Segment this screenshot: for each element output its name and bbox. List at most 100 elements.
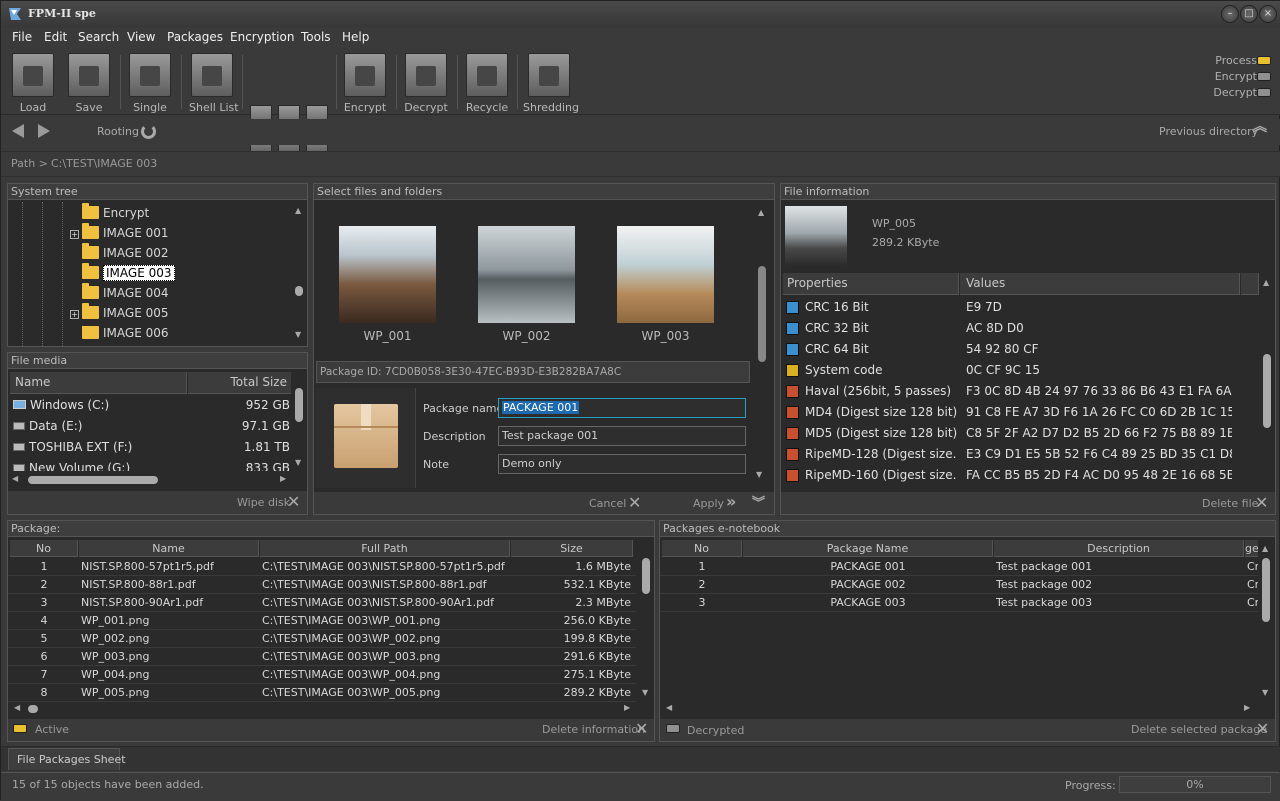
col-total-size[interactable]: Total Size <box>188 372 292 394</box>
notebook-hscrollbar[interactable]: ◀ ▶ <box>662 702 1258 716</box>
col-properties[interactable]: Properties <box>783 273 959 295</box>
shredding-button[interactable]: Shredding <box>523 53 579 114</box>
property-row[interactable]: MD4 (Digest size 128 bit) 91 C8 FE A7 3D … <box>783 403 1253 424</box>
table-row[interactable]: 3 PACKAGE 003 Test package 003 Cr <box>660 594 1259 612</box>
load-button[interactable]: Load <box>11 53 55 114</box>
scroll-thumb[interactable] <box>28 705 38 713</box>
apply-label[interactable]: Apply <box>693 497 724 510</box>
property-row[interactable]: Haval (256bit, 5 passes) F3 0C 8D 4B 24 9… <box>783 382 1253 403</box>
col-name[interactable]: Name <box>10 372 187 394</box>
table-row[interactable]: 6 WP_003.png C:\TEST\IMAGE 003\WP_003.png 2… <box>8 648 636 666</box>
cancel-icon[interactable]: ✕ <box>628 493 641 512</box>
recycle-button[interactable]: Recycle <box>465 53 509 114</box>
col-name[interactable]: Name <box>79 540 259 557</box>
note-input[interactable]: Demo only <box>498 454 746 474</box>
expand-icon[interactable]: + <box>70 230 79 239</box>
notebook-vscrollbar[interactable]: ▲ ▼ <box>1258 540 1274 700</box>
table-row[interactable]: 7 WP_004.png C:\TEST\IMAGE 003\WP_004.png 2… <box>8 666 636 684</box>
apply-icon[interactable]: » <box>726 492 736 511</box>
encrypt-button[interactable]: Encrypt <box>343 53 387 114</box>
col-no[interactable]: No <box>662 540 742 557</box>
up-directory-icon[interactable]: ︽ <box>1253 120 1267 134</box>
tab-file-packages-sheet[interactable]: File Packages Sheet <box>8 748 126 770</box>
single-button[interactable]: Single <box>128 53 172 114</box>
expand-icon[interactable]: + <box>70 310 79 319</box>
scroll-thumb[interactable] <box>1262 558 1270 622</box>
package-name-input[interactable]: PACKAGE 001 <box>498 398 746 418</box>
description-input[interactable]: Test package 001 <box>498 426 746 446</box>
menu-help[interactable]: Help <box>342 30 369 44</box>
table-row[interactable]: 8 WP_005.png C:\TEST\IMAGE 003\WP_005.png 2… <box>8 684 636 702</box>
form-scroll-down-icon[interactable]: ▼ <box>756 470 762 479</box>
property-row[interactable]: CRC 32 Bit AC 8D D0 <box>783 319 1253 340</box>
back-arrow-icon[interactable] <box>12 124 24 138</box>
table-row[interactable]: 2 PACKAGE 002 Test package 002 Cr <box>660 576 1259 594</box>
thumbnail-wp-001[interactable] <box>339 226 436 323</box>
drive-row-toshiba[interactable]: TOSHIBA EXT (F:) <box>13 440 132 454</box>
scroll-thumb[interactable] <box>295 388 303 422</box>
rooting-label[interactable]: Rooting <box>97 125 139 138</box>
save-button[interactable]: Save <box>67 53 111 114</box>
menu-search[interactable]: Search <box>78 30 119 44</box>
delete-selected-package-icon[interactable]: ✕ <box>1256 719 1269 738</box>
menu-edit[interactable]: Edit <box>44 30 67 44</box>
property-row[interactable]: CRC 64 Bit 54 92 80 CF <box>783 340 1253 361</box>
delete-file-label[interactable]: Delete file <box>1202 497 1258 510</box>
forward-arrow-icon[interactable] <box>38 124 50 138</box>
delete-selected-package-label[interactable]: Delete selected package <box>1131 723 1267 736</box>
properties-scrollbar[interactable]: ▲ <box>1259 278 1275 492</box>
table-row[interactable]: 1 PACKAGE 001 Test package 001 Cr <box>660 558 1259 576</box>
table-row[interactable]: 3 NIST.SP.800-90Ar1.pdf C:\TEST\IMAGE 003\… <box>8 594 636 612</box>
system-tree-scrollbar[interactable]: ▲ ▼ <box>291 202 307 346</box>
file-media-vscrollbar[interactable]: ▼ <box>291 372 307 474</box>
delete-file-icon[interactable]: ✕ <box>1255 493 1268 512</box>
col-values[interactable]: Values <box>960 273 1240 295</box>
delete-information-label[interactable]: Delete information <box>542 723 645 736</box>
table-row[interactable]: 4 WP_001.png C:\TEST\IMAGE 003\WP_001.png 2… <box>8 612 636 630</box>
drive-row-data[interactable]: Data (E:) <box>13 419 82 433</box>
scroll-thumb[interactable] <box>642 558 650 594</box>
file-media-hscrollbar[interactable]: ◀ ▶ <box>10 473 292 487</box>
wipe-disk-label[interactable]: Wipe disk <box>237 496 290 509</box>
path-value[interactable]: C:\TEST\IMAGE 003 <box>51 157 157 170</box>
property-row[interactable]: CRC 16 Bit E9 7D <box>783 298 1253 319</box>
minimize-button[interactable]: – <box>1221 5 1239 23</box>
refresh-icon[interactable] <box>141 124 156 139</box>
shell-list-button[interactable]: Shell List <box>189 53 239 114</box>
drive-row-windows[interactable]: Windows (C:) <box>13 398 109 412</box>
scroll-thumb[interactable] <box>1263 354 1271 428</box>
scroll-thumb[interactable] <box>758 266 766 362</box>
table-row[interactable]: 2 NIST.SP.800-88r1.pdf C:\TEST\IMAGE 003\N… <box>8 576 636 594</box>
delete-information-icon[interactable]: ✕ <box>635 719 648 738</box>
drive-row-new-volume[interactable]: New Volume (G:) <box>13 461 130 471</box>
menu-file[interactable]: File <box>12 30 32 44</box>
scroll-thumb[interactable] <box>295 286 303 296</box>
menu-encryption[interactable]: Encryption <box>230 30 294 44</box>
menu-packages[interactable]: Packages <box>167 30 223 44</box>
property-row[interactable]: RipeMD-128 (Digest size... E3 C9 D1 E5 5B… <box>783 445 1253 466</box>
cancel-label[interactable]: Cancel <box>589 497 626 510</box>
previous-directory-label[interactable]: Previous directory <box>1159 125 1258 138</box>
thumbnail-wp-002[interactable] <box>478 226 575 323</box>
table-row[interactable]: 5 WP_002.png C:\TEST\IMAGE 003\WP_002.png 1… <box>8 630 636 648</box>
menu-tools[interactable]: Tools <box>301 30 331 44</box>
expand-down-icon[interactable]: ︾ <box>752 492 765 511</box>
close-button[interactable]: × <box>1259 5 1277 23</box>
property-row[interactable]: RipeMD-160 (Digest size... FA CC B5 B5 2D… <box>783 466 1253 487</box>
package-vscrollbar[interactable]: ▼ <box>638 540 654 700</box>
col-size[interactable]: Size <box>511 540 633 557</box>
scroll-thumb[interactable] <box>28 476 158 484</box>
maximize-button[interactable]: □ <box>1240 5 1258 23</box>
package-hscrollbar[interactable]: ◀ ▶ <box>10 702 638 716</box>
thumbnail-wp-003[interactable] <box>617 226 714 323</box>
table-row[interactable]: 1 NIST.SP.800-57pt1r5.pdf C:\TEST\IMAGE 00… <box>8 558 636 576</box>
property-row[interactable]: MD5 (Digest size 128 bit) C8 5F 2F A2 D7 … <box>783 424 1253 445</box>
menu-view[interactable]: View <box>127 30 155 44</box>
col-full-path[interactable]: Full Path <box>260 540 510 557</box>
thumbnails-scrollbar[interactable]: ▲ <box>754 204 770 364</box>
property-row[interactable]: System code 0C CF 9C 15 <box>783 361 1253 382</box>
decrypt-button[interactable]: Decrypt <box>404 53 448 114</box>
col-description[interactable]: Description <box>994 540 1244 557</box>
col-package-name[interactable]: Package Name <box>743 540 993 557</box>
wipe-disk-icon[interactable]: ✕ <box>287 492 300 511</box>
